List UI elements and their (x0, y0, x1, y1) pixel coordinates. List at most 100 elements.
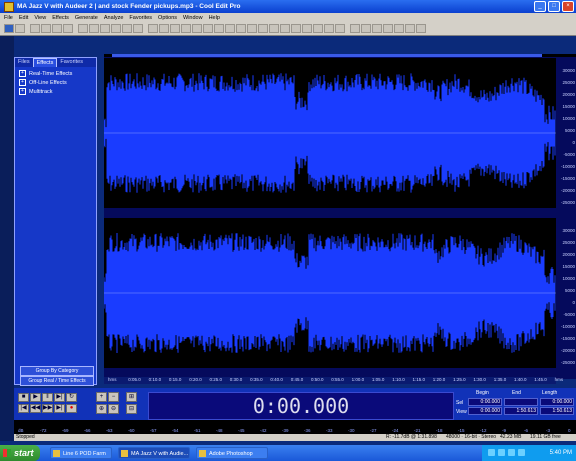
mix-paste-icon[interactable] (133, 24, 143, 33)
desktop-strip (0, 36, 14, 441)
zoom-selection-icon[interactable]: ⊟ (126, 404, 137, 414)
menu-item-favorites[interactable]: Favorites (129, 15, 152, 21)
trim-icon[interactable] (148, 24, 158, 33)
minimize-button[interactable]: _ (534, 1, 546, 12)
tab-files[interactable]: Files (15, 58, 33, 67)
amplitude-label: -15000 (560, 336, 575, 341)
zoom-in-left-icon[interactable]: ⊕ (96, 404, 107, 414)
pause-button[interactable]: ‖ (42, 393, 53, 402)
tray-network-icon[interactable] (488, 449, 495, 456)
playlist-icon[interactable] (372, 24, 382, 33)
go-to-end-button[interactable]: ▶| (54, 404, 65, 413)
cue-icon[interactable] (361, 24, 371, 33)
record-button[interactable]: ● (66, 404, 77, 413)
loop-icon[interactable] (383, 24, 393, 33)
save-as-icon[interactable] (63, 24, 73, 33)
group-realtime-button[interactable]: Group Real / Time Effects (20, 376, 94, 386)
play-button[interactable]: ▶ (30, 393, 41, 402)
flanger-icon[interactable] (269, 24, 279, 33)
expand-icon[interactable]: + (19, 70, 26, 77)
taskbar-item-photoshop[interactable]: Adobe Photoshop (196, 447, 268, 459)
stretch-icon[interactable] (291, 24, 301, 33)
tree-item-offline[interactable]: + Off-Line Effects (19, 79, 92, 86)
taskbar-item-podfarm[interactable]: Line 6 POD Farm (50, 447, 112, 459)
envelope-icon[interactable] (203, 24, 213, 33)
reverb-icon[interactable] (236, 24, 246, 33)
expand-icon[interactable]: + (19, 79, 26, 86)
menu-item-view[interactable]: View (34, 15, 46, 21)
eq-icon[interactable] (225, 24, 235, 33)
waveform-view-icon[interactable] (4, 24, 14, 33)
tray-volume-icon[interactable] (498, 449, 505, 456)
menu-item-file[interactable]: File (4, 15, 13, 21)
zoom-out-horizontal-icon[interactable]: − (108, 392, 119, 402)
waveform-display[interactable] (104, 58, 556, 376)
tray-app-icon[interactable] (508, 449, 515, 456)
chorus-icon[interactable] (258, 24, 268, 33)
sel-length-field[interactable]: 0:00.000 (540, 398, 574, 406)
copy-icon[interactable] (111, 24, 121, 33)
filter-icon[interactable] (302, 24, 312, 33)
multitrack-view-icon[interactable] (15, 24, 25, 33)
save-icon[interactable] (52, 24, 62, 33)
undo-icon[interactable] (78, 24, 88, 33)
tree-item-multitrack[interactable]: + Multitrack (19, 88, 92, 95)
zoom-full-icon[interactable]: ⊞ (126, 392, 137, 402)
taskbar-item-cooledit[interactable]: MA Jazz V with Audie... (118, 447, 190, 459)
zoom-in-right-icon[interactable]: ⊖ (108, 404, 119, 414)
tab-favorites[interactable]: Favorites (57, 58, 86, 67)
menu-item-analyze[interactable]: Analyze (104, 15, 124, 21)
fade-icon[interactable] (192, 24, 202, 33)
help-icon[interactable] (416, 24, 426, 33)
spectral-icon[interactable] (324, 24, 334, 33)
stop-button[interactable]: ■ (18, 393, 29, 402)
group-by-category-button[interactable]: Group By Category (20, 366, 94, 376)
cd-icon[interactable] (394, 24, 404, 33)
normalize-icon[interactable] (181, 24, 191, 33)
ruler-label: 1:40.0 (514, 377, 527, 382)
loop-button[interactable]: ↻ (66, 393, 77, 402)
paste-icon[interactable] (122, 24, 132, 33)
noise-reduction-icon[interactable] (214, 24, 224, 33)
open-icon[interactable] (41, 24, 51, 33)
amplitude-label: -20000 (560, 348, 575, 353)
start-button[interactable]: start (0, 445, 40, 461)
pitch-icon[interactable] (280, 24, 290, 33)
preferences-icon[interactable] (405, 24, 415, 33)
amplify-icon[interactable] (170, 24, 180, 33)
tray-app-icon[interactable] (518, 449, 525, 456)
expand-icon[interactable]: + (19, 88, 26, 95)
view-end-field[interactable]: 1:50.613 (504, 407, 538, 415)
markers-icon[interactable] (350, 24, 360, 33)
silence-icon[interactable] (159, 24, 169, 33)
fast-forward-button[interactable]: ▶▶ (42, 404, 53, 413)
frequency-icon[interactable] (335, 24, 345, 33)
new-icon[interactable] (30, 24, 40, 33)
menu-item-generate[interactable]: Generate (75, 15, 98, 21)
analyze-icon[interactable] (313, 24, 323, 33)
amplitude-label: 15000 (562, 264, 575, 269)
menu-item-options[interactable]: Options (158, 15, 177, 21)
app-icon (4, 1, 14, 12)
view-begin-field[interactable]: 0:00.000 (468, 407, 502, 415)
delay-icon[interactable] (247, 24, 257, 33)
go-to-start-button[interactable]: |◀ (18, 404, 29, 413)
menu-item-edit[interactable]: Edit (19, 15, 28, 21)
menu-item-effects[interactable]: Effects (52, 15, 69, 21)
menu-item-window[interactable]: Window (183, 15, 203, 21)
tab-effects[interactable]: Effects (32, 58, 58, 67)
play-to-end-button[interactable]: ▶| (54, 393, 65, 402)
rewind-button[interactable]: ◀◀ (30, 404, 41, 413)
sel-begin-field[interactable]: 0:00.000 (468, 398, 502, 406)
sel-end-field[interactable] (504, 398, 538, 406)
cut-icon[interactable] (100, 24, 110, 33)
status-free: 19.11 GB free (530, 434, 561, 440)
zoom-in-horizontal-icon[interactable]: + (96, 392, 107, 402)
menu-item-help[interactable]: Help (209, 15, 220, 21)
view-length-field[interactable]: 1:50.613 (540, 407, 574, 415)
time-ruler[interactable]: hms 0:05.0 0:10.0 0:15.0 0:20.0 0:25.0 0:30.0 0… (104, 377, 563, 384)
redo-icon[interactable] (89, 24, 99, 33)
close-button[interactable]: × (562, 1, 574, 12)
maximize-button[interactable]: □ (548, 1, 560, 12)
tree-item-realtime[interactable]: + Real-Time Effects (19, 70, 92, 77)
